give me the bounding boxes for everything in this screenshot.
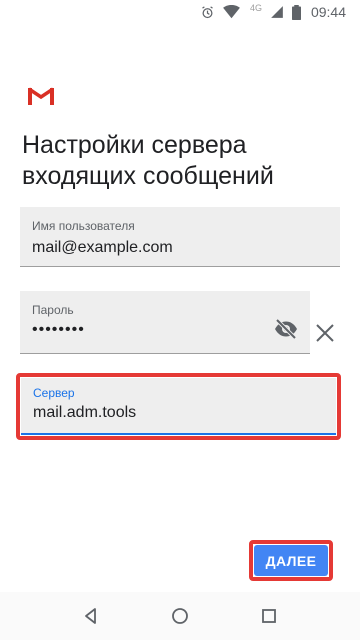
username-label: Имя пользователя: [32, 219, 135, 233]
password-value[interactable]: ••••••••: [32, 321, 85, 339]
signal-icon: [270, 5, 284, 19]
battery-icon: [291, 4, 301, 20]
alarm-icon: [200, 5, 215, 20]
back-icon[interactable]: [81, 606, 101, 626]
page-title: Настройки сервера входящих сообщений: [22, 131, 274, 190]
password-field[interactable]: Пароль ••••••••: [20, 291, 310, 354]
status-bar: 4G 09:44: [0, 0, 360, 24]
server-label: Сервер: [33, 386, 75, 400]
home-icon[interactable]: [170, 606, 190, 626]
navigation-bar: [0, 592, 360, 640]
username-field[interactable]: Имя пользователя mail@example.com: [20, 207, 340, 267]
password-label: Пароль: [32, 303, 74, 317]
username-value[interactable]: mail@example.com: [32, 239, 173, 257]
next-button[interactable]: ДАЛЕЕ: [254, 545, 328, 576]
gmail-logo: [28, 87, 54, 105]
close-icon[interactable]: [314, 322, 336, 344]
clock: 09:44: [310, 4, 346, 20]
server-field[interactable]: Сервер mail.adm.tools: [21, 378, 336, 435]
recents-icon[interactable]: [259, 606, 279, 626]
visibility-off-icon[interactable]: [274, 317, 298, 341]
server-value[interactable]: mail.adm.tools: [33, 404, 136, 422]
wifi-icon: [223, 5, 240, 19]
network-type: 4G: [249, 3, 262, 13]
